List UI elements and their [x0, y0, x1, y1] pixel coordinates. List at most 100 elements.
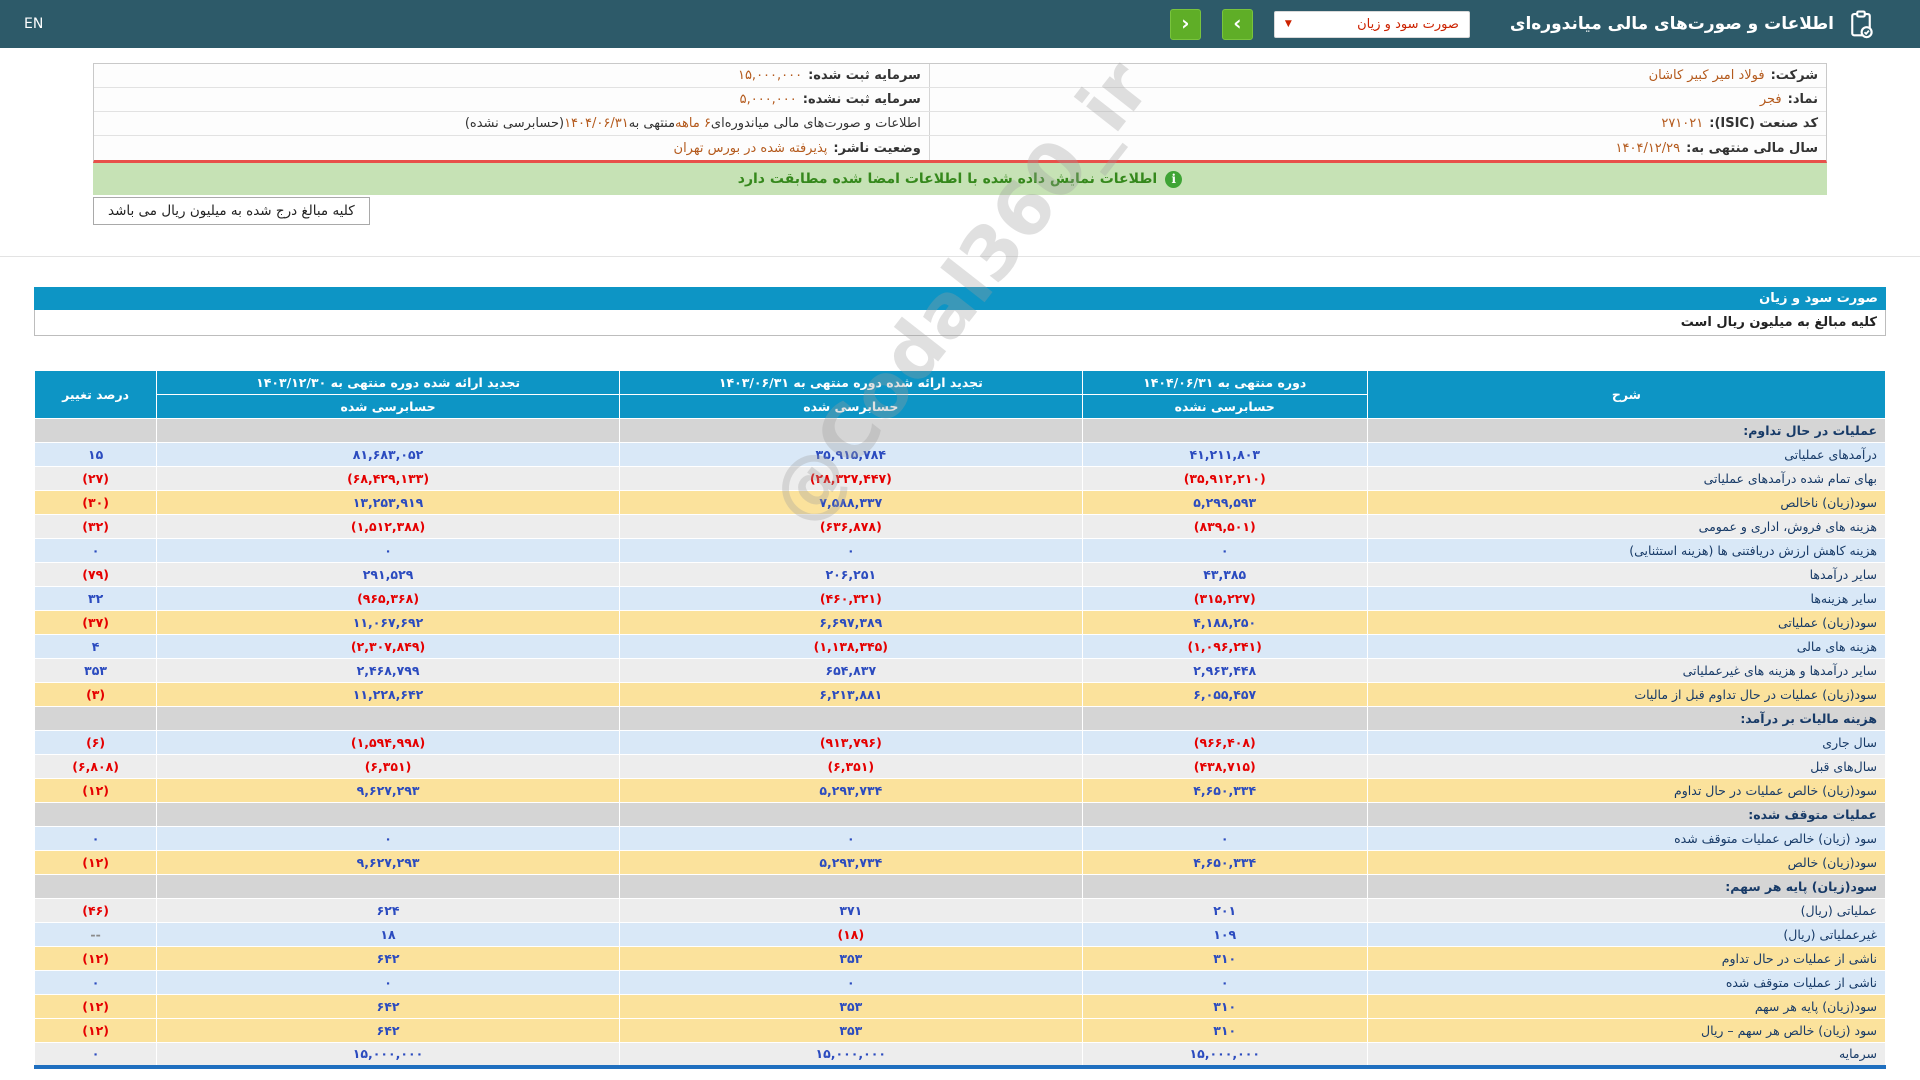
table-body: عملیات در حال تداوم: درآمدهای عملیاتی ۴۱… [35, 419, 1886, 1067]
value-current-period [1082, 707, 1367, 731]
value-change-percent: ۰ [35, 827, 157, 851]
signature-match-banner: i اطلاعات نمایش داده شده با اطلاعات امضا… [93, 163, 1827, 195]
value-current-period: ۲۰۱ [1082, 899, 1367, 923]
isic-value: ۲۷۱۰۲۱ [1661, 116, 1703, 131]
value-current-period: ۱۵,۰۰۰,۰۰۰ [1082, 1043, 1367, 1067]
row-label: سود(زیان) ناخالص [1367, 491, 1885, 515]
table-row: سود (زیان) خالص هر سهم – ریال ۳۱۰ ۳۵۳ ۶۴… [35, 1019, 1886, 1043]
value-change-percent: (۶,۸۰۸) [35, 755, 157, 779]
page-title: اطلاعات و صورت‌های مالی میاندوره‌ای [1510, 14, 1834, 34]
table-row: هزینه کاهش ارزش دریافتنی ها (هزینه استثن… [35, 539, 1886, 563]
value-restated-year: ۶۴۲ [157, 995, 620, 1019]
value-restated-year: (۶,۳۵۱) [157, 755, 620, 779]
value-change-percent [35, 707, 157, 731]
statement-select-dropdown[interactable]: صورت سود و زیان ▼ [1274, 11, 1470, 38]
value-restated-year: ۶۴۲ [157, 947, 620, 971]
language-toggle-en[interactable]: EN [24, 0, 43, 48]
table-row: سایر درآمدها و هزینه های غیرعملیاتی ۲,۹۶… [35, 659, 1886, 683]
row-label: سود (زیان) خالص هر سهم – ریال [1367, 1019, 1885, 1043]
value-current-period: ۳۱۰ [1082, 1019, 1367, 1043]
section-divider [0, 256, 1920, 257]
row-label: عملیات در حال تداوم: [1367, 419, 1885, 443]
value-restated-year: ۱۸ [157, 923, 620, 947]
row-label: سود(زیان) پایه هر سهم [1367, 995, 1885, 1019]
value-change-percent [35, 419, 157, 443]
value-change-percent: (۴۶) [35, 899, 157, 923]
col-subheader-unaudited: حسابرسی نشده [1082, 395, 1367, 419]
value-restated-6m: ۶۵۴,۸۳۷ [619, 659, 1082, 683]
value-change-percent: (۲۷) [35, 467, 157, 491]
value-current-period: ۲,۹۶۳,۴۴۸ [1082, 659, 1367, 683]
table-row: سایر درآمدها ۴۳,۳۸۵ ۲۰۶,۲۵۱ ۲۹۱,۵۲۹ (۷۹) [35, 563, 1886, 587]
clipboard-check-icon [1846, 9, 1876, 39]
value-restated-6m: ۵,۲۹۳,۷۳۴ [619, 779, 1082, 803]
report-period-text: منتهی به [629, 116, 675, 131]
row-label: سود(زیان) عملیاتی [1367, 611, 1885, 635]
issuer-status-label: وضعیت ناشر: [833, 141, 920, 156]
table-row: ناشی از عملیات در حال تداوم ۳۱۰ ۳۵۳ ۶۴۲ … [35, 947, 1886, 971]
value-current-period: ۳۱۰ [1082, 995, 1367, 1019]
col-header-current-period: دوره منتهی به ۱۴۰۴/۰۶/۳۱ [1082, 371, 1367, 395]
col-subheader-audited-6m: حسابرسی شده [619, 395, 1082, 419]
value-change-percent: (۳) [35, 683, 157, 707]
col-header-restated-6m: تجدید ارائه شده دوره منتهی به ۱۴۰۳/۰۶/۳۱ [619, 371, 1082, 395]
table-row: سال‌های قبل (۴۳۸,۷۱۵) (۶,۳۵۱) (۶,۳۵۱) (۶… [35, 755, 1886, 779]
value-restated-year: ۹,۶۲۷,۲۹۳ [157, 851, 620, 875]
value-restated-year: (۶۸,۴۲۹,۱۳۳) [157, 467, 620, 491]
value-change-percent: (۱۲) [35, 947, 157, 971]
table-row: عملیاتی (ریال) ۲۰۱ ۳۷۱ ۶۲۴ (۴۶) [35, 899, 1886, 923]
value-change-percent: (۳۰) [35, 491, 157, 515]
signature-match-text: اطلاعات نمایش داده شده با اطلاعات امضا ش… [738, 171, 1157, 187]
row-label: سود(زیان) خالص [1367, 851, 1885, 875]
value-restated-year: (۹۶۵,۳۶۸) [157, 587, 620, 611]
statement-select-value: صورت سود و زیان [1357, 17, 1459, 32]
row-label: سود(زیان) پایه هر سهم: [1367, 875, 1885, 899]
value-restated-year: ۰ [157, 827, 620, 851]
value-restated-year [157, 707, 620, 731]
value-restated-6m: ۳۵۳ [619, 1019, 1082, 1043]
value-restated-6m: ۶,۲۱۳,۸۸۱ [619, 683, 1082, 707]
value-current-period [1082, 419, 1367, 443]
income-statement-table-wrap: شرح دوره منتهی به ۱۴۰۴/۰۶/۳۱ تجدید ارائه… [34, 370, 1886, 1069]
row-label: سایر هزینه‌ها [1367, 587, 1885, 611]
row-label: سود (زیان) خالص عملیات متوقف شده [1367, 827, 1885, 851]
value-current-period: ۳۱۰ [1082, 947, 1367, 971]
company-name: فولاد امیر کبیر کاشان [1649, 68, 1765, 83]
table-row: عملیات در حال تداوم: [35, 419, 1886, 443]
registered-capital-value: ۱۵,۰۰۰,۰۰۰ [738, 68, 802, 83]
top-header-bar: اطلاعات و صورت‌های مالی میاندوره‌ای صورت… [0, 0, 1920, 48]
value-restated-6m [619, 803, 1082, 827]
table-row: سایر هزینه‌ها (۳۱۵,۲۲۷) (۴۶۰,۳۲۱) (۹۶۵,۳… [35, 587, 1886, 611]
value-change-percent: -- [35, 923, 157, 947]
value-current-period: ۴۱,۲۱۱,۸۰۳ [1082, 443, 1367, 467]
row-label: سایر درآمدها [1367, 563, 1885, 587]
value-change-percent: (۱۲) [35, 779, 157, 803]
value-restated-year: (۱,۵۹۴,۹۹۸) [157, 731, 620, 755]
next-statement-button[interactable]: › [1222, 9, 1253, 40]
value-change-percent: ۰ [35, 539, 157, 563]
value-restated-6m: (۶,۳۵۱) [619, 755, 1082, 779]
table-row: غیرعملیاتی (ریال) ۱۰۹ (۱۸) ۱۸ -- [35, 923, 1886, 947]
value-current-period: (۱,۰۹۶,۲۴۱) [1082, 635, 1367, 659]
value-current-period: ۵,۲۹۹,۵۹۳ [1082, 491, 1367, 515]
value-current-period: ۰ [1082, 539, 1367, 563]
value-restated-6m: (۶۳۶,۸۷۸) [619, 515, 1082, 539]
value-change-percent: ۰ [35, 971, 157, 995]
value-restated-year: ۲۹۱,۵۲۹ [157, 563, 620, 587]
prev-statement-button[interactable]: ‹ [1170, 9, 1201, 40]
unregistered-capital-value: ۵,۰۰۰,۰۰۰ [740, 92, 797, 107]
company-info-row: سال مالی منتهی به: ۱۴۰۴/۱۲/۲۹ وضعیت ناشر… [94, 136, 1826, 160]
value-restated-year [157, 803, 620, 827]
value-change-percent: (۱۲) [35, 1019, 157, 1043]
col-header-restated-year: تجدید ارائه شده دوره منتهی به ۱۴۰۳/۱۲/۳۰ [157, 371, 620, 395]
company-info-panel: شرکت: فولاد امیر کبیر کاشان سرمایه ثبت ش… [93, 63, 1827, 163]
fiscal-year-value: ۱۴۰۴/۱۲/۲۹ [1616, 141, 1681, 156]
table-row: سود (زیان) خالص عملیات متوقف شده ۰ ۰ ۰ ۰ [35, 827, 1886, 851]
row-label: ناشی از عملیات در حال تداوم [1367, 947, 1885, 971]
table-row: هزینه های مالی (۱,۰۹۶,۲۴۱) (۱,۱۳۸,۳۴۵) (… [35, 635, 1886, 659]
row-label: سود(زیان) خالص عملیات در حال تداوم [1367, 779, 1885, 803]
table-row: بهای تمام شده درآمدهای عملیاتی (۳۵,۹۱۲,۲… [35, 467, 1886, 491]
fiscal-year-label: سال مالی منتهی به: [1686, 141, 1818, 156]
amounts-unit-note-box: کلیه مبالغ درج شده به میلیون ریال می باش… [93, 197, 370, 225]
value-restated-6m: ۰ [619, 971, 1082, 995]
